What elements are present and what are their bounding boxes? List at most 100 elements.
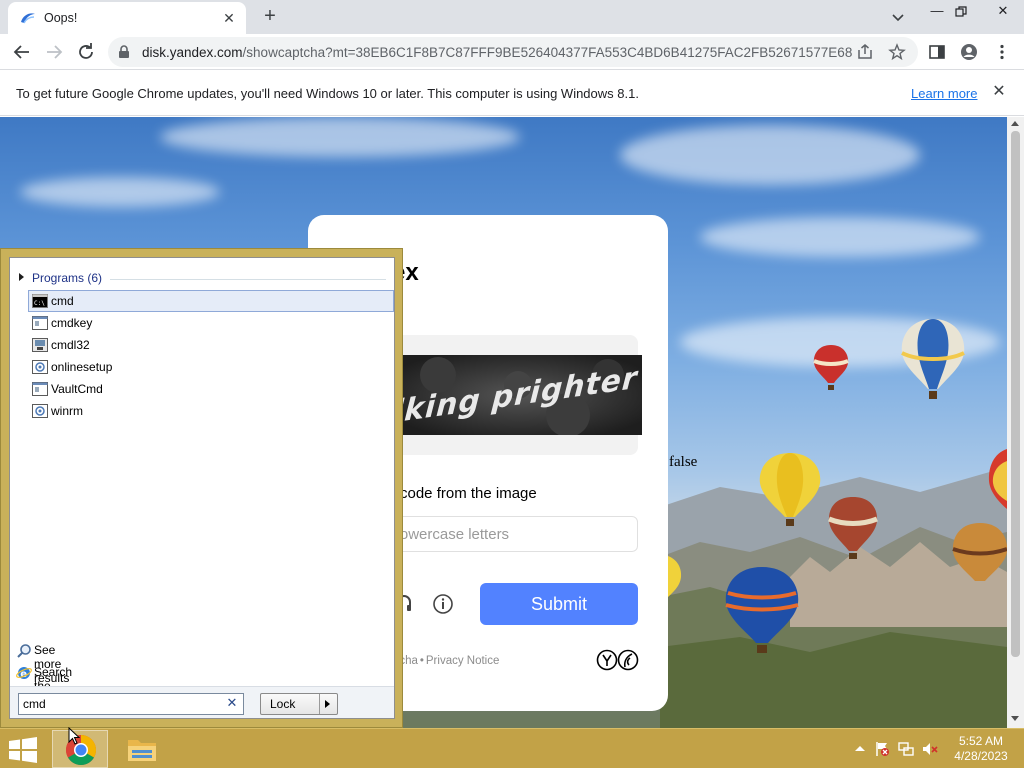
url-text[interactable]: disk.yandex.com/showcaptcha?mt=38EB6C1F8…: [142, 45, 852, 60]
learn-more-link[interactable]: Learn more: [911, 86, 977, 101]
app-window-icon: [32, 316, 48, 330]
tab-strip: Oops! ✕ + — ✕: [0, 0, 1024, 34]
hot-air-balloon: [759, 453, 821, 526]
program-item-label: cmd: [51, 294, 74, 308]
app-window-icon: [32, 382, 48, 396]
hot-air-balloon: [725, 567, 799, 653]
program-item-cmdl32[interactable]: cmdl32: [28, 334, 394, 356]
group-divider: [110, 279, 386, 280]
program-item-label: cmdkey: [51, 316, 93, 330]
close-window-button[interactable]: ✕: [988, 0, 1018, 24]
lock-button-label: Lock: [270, 697, 296, 711]
side-panel-icon[interactable]: [928, 43, 946, 61]
lock-button[interactable]: Lock: [260, 693, 338, 715]
hot-air-balloon: [901, 319, 965, 399]
stray-page-text: false: [669, 454, 698, 470]
screen: Oops! ✕ + — ✕ disk.yandex.com/showcaptch…: [0, 0, 1024, 768]
lock-split-divider: [319, 694, 320, 714]
power-options-arrow-icon[interactable]: [325, 700, 330, 708]
hot-air-balloon: [952, 523, 1007, 581]
reload-icon[interactable]: [74, 40, 98, 64]
taskbar-clock[interactable]: 5:52 AM 4/28/2023: [946, 734, 1016, 764]
start-search-input[interactable]: [18, 693, 244, 715]
program-item-winrm[interactable]: winrm: [28, 400, 394, 422]
background-cloud: [160, 117, 520, 157]
file-explorer-icon: [128, 740, 156, 761]
page-scrollbar[interactable]: [1007, 117, 1024, 728]
taskbar-chrome-button[interactable]: [52, 730, 108, 768]
info-icon[interactable]: [432, 593, 454, 615]
bookmark-star-icon[interactable]: [888, 43, 906, 61]
program-item-onlinesetup[interactable]: onlinesetup: [28, 356, 394, 378]
network-icon[interactable]: [898, 741, 914, 757]
taskbar-file-explorer-button[interactable]: [114, 730, 170, 768]
clear-search-icon[interactable]: ✕: [225, 696, 239, 710]
tab-search-chevron-icon[interactable]: [888, 7, 908, 27]
setup-app-icon: [32, 360, 48, 374]
programs-group-header[interactable]: Programs (6): [10, 270, 394, 288]
program-item-label: winrm: [51, 404, 83, 418]
background-cloud: [620, 125, 920, 185]
scroll-down-arrow-icon[interactable]: [1011, 716, 1019, 721]
url-path: /showcaptcha?mt=38EB6C1F8B7C87FFF9BE5264…: [242, 45, 852, 60]
yandex-ya-logo-icon[interactable]: [596, 649, 640, 671]
scroll-up-arrow-icon[interactable]: [1011, 121, 1019, 126]
restore-button[interactable]: [946, 0, 976, 24]
program-results-list: C:\ cmd cmdkey cmdl32 onlinesetup VaultC…: [28, 290, 394, 422]
tab-oops[interactable]: Oops! ✕: [8, 2, 246, 34]
scrollbar-thumb[interactable]: [1011, 131, 1020, 657]
restore-icon: [955, 6, 967, 17]
share-icon[interactable]: [856, 43, 874, 61]
search-magnifier-icon: [17, 644, 31, 658]
program-item-cmdkey[interactable]: cmdkey: [28, 312, 394, 334]
infobar-message: To get future Google Chrome updates, you…: [16, 86, 639, 101]
menu-kebab-icon[interactable]: [993, 43, 1011, 61]
start-menu: Programs (6) C:\ cmd cmdkey cmdl32 onlin…: [0, 248, 403, 728]
yandex-disk-favicon-icon: [21, 13, 35, 24]
url-host: disk.yandex.com: [142, 45, 243, 60]
show-hidden-icons-chevron-icon[interactable]: [852, 741, 868, 757]
program-item-label: onlinesetup: [51, 360, 113, 374]
lock-icon[interactable]: [118, 45, 130, 59]
internet-explorer-icon: e: [16, 667, 32, 680]
taskbar: 5:52 AM 4/28/2023: [0, 728, 1024, 768]
windows-start-icon[interactable]: [8, 737, 38, 763]
mouse-cursor-icon: [68, 727, 80, 745]
volume-muted-icon[interactable]: [922, 741, 938, 757]
captcha-image: lking prighter: [398, 355, 642, 435]
back-arrow-icon[interactable]: [10, 40, 34, 64]
svg-text:C:\: C:\: [34, 300, 45, 307]
network-app-icon: [32, 338, 48, 352]
clock-time: 5:52 AM: [958, 734, 1004, 748]
tab-title: Oops!: [44, 11, 78, 25]
clock-date: 4/28/2023: [954, 749, 1008, 763]
hot-air-balloon: [813, 345, 849, 390]
program-item-label: cmdl32: [51, 338, 90, 352]
profile-avatar-icon[interactable]: [960, 43, 978, 61]
new-tab-button[interactable]: +: [258, 5, 282, 29]
address-bar[interactable]: disk.yandex.com/showcaptcha?mt=38EB6C1F8…: [108, 37, 918, 67]
hot-air-balloon: [988, 449, 1007, 509]
program-item-label: VaultCmd: [51, 382, 103, 396]
start-menu-bottom-bar: ✕ Lock: [10, 686, 394, 718]
captcha-prompt-label: code from the image: [400, 485, 537, 502]
console-icon: C:\: [32, 294, 48, 308]
background-cloud: [20, 177, 220, 207]
footer-separator: •: [419, 655, 424, 667]
background-cloud: [700, 217, 980, 257]
programs-group-label: Programs (6): [32, 271, 103, 285]
submit-button[interactable]: Submit: [480, 583, 638, 625]
setup-app-icon: [32, 404, 48, 418]
program-item-vaultcmd[interactable]: VaultCmd: [28, 378, 394, 400]
browser-toolbar: disk.yandex.com/showcaptcha?mt=38EB6C1F8…: [0, 34, 1024, 70]
start-menu-panel: Programs (6) C:\ cmd cmdkey cmdl32 onlin…: [9, 257, 395, 719]
privacy-notice-link[interactable]: Privacy Notice: [426, 655, 500, 667]
update-infobar: To get future Google Chrome updates, you…: [0, 71, 1024, 116]
hot-air-balloon: [828, 497, 878, 559]
tab-close-icon[interactable]: ✕: [220, 9, 238, 27]
action-center-flag-icon[interactable]: [874, 741, 890, 757]
program-item-cmd[interactable]: C:\ cmd: [28, 290, 394, 312]
infobar-close-icon[interactable]: ✕: [990, 83, 1008, 101]
expand-arrow-icon: [19, 273, 24, 281]
forward-arrow-icon[interactable]: [42, 40, 66, 64]
